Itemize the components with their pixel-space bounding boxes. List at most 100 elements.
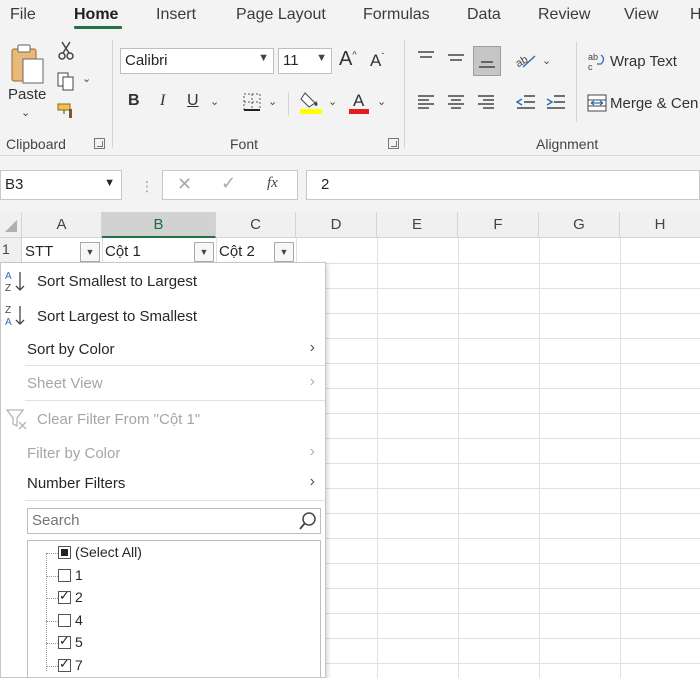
align-right-icon[interactable] <box>474 90 498 114</box>
wrap-text-button[interactable]: Wrap Text <box>610 53 677 70</box>
ribbon: Paste ⌄ ⌄ Clipboard Calibri ▼ 11 ▼ A^ Aˇ B… <box>0 32 700 156</box>
tab-formulas[interactable]: Formulas <box>363 6 430 24</box>
checkbox-2[interactable] <box>58 588 71 604</box>
enter-icon[interactable]: ✓ <box>221 173 236 194</box>
tab-home[interactable]: Home <box>74 6 118 24</box>
borders-icon[interactable] <box>240 90 264 114</box>
align-top-icon[interactable] <box>414 46 438 70</box>
tree-line <box>46 666 58 667</box>
tree-line <box>46 598 58 599</box>
clipboard-group-label: Clipboard <box>6 136 66 152</box>
grid-line <box>326 338 700 339</box>
menu-separator <box>25 400 325 401</box>
number-filters-item[interactable]: Number Filters <box>27 475 125 492</box>
italic-button[interactable]: I <box>160 92 165 110</box>
wrap-text-icon[interactable]: ab c <box>586 50 608 72</box>
list-item-1[interactable]: 1 <box>58 567 83 583</box>
merge-center-button[interactable]: Merge & Cen <box>610 95 698 112</box>
grid-line <box>326 438 700 439</box>
search-icon <box>298 511 318 535</box>
borders-dropdown-icon[interactable]: ⌄ <box>268 95 277 108</box>
list-item-2[interactable]: 2 <box>58 588 83 605</box>
filter-button-c[interactable]: ▼ <box>274 242 294 262</box>
tab-file[interactable]: File <box>10 6 36 24</box>
insert-function-icon[interactable]: fx <box>267 175 278 192</box>
tab-insert[interactable]: Insert <box>156 6 196 24</box>
font-launcher-icon[interactable] <box>388 138 399 149</box>
font-color-dropdown-icon[interactable]: ⌄ <box>377 95 386 108</box>
merge-center-icon[interactable] <box>586 92 608 114</box>
bold-button[interactable]: B <box>128 92 140 110</box>
decrease-font-icon[interactable]: Aˇ <box>370 51 384 71</box>
align-bottom-icon[interactable] <box>473 46 501 76</box>
checkbox-1[interactable] <box>58 568 71 582</box>
clear-filter-icon <box>5 407 29 431</box>
column-header-g[interactable]: G <box>539 212 620 238</box>
tab-view[interactable]: View <box>624 6 658 24</box>
paste-icon[interactable] <box>6 42 48 86</box>
align-left-icon[interactable] <box>414 90 438 114</box>
orientation-icon[interactable]: ab <box>512 46 540 72</box>
decrease-indent-icon[interactable] <box>514 90 538 114</box>
font-color-icon[interactable]: A <box>346 88 372 116</box>
paste-dropdown-icon[interactable]: ⌄ <box>21 106 30 119</box>
column-header-h[interactable]: H <box>620 212 700 238</box>
cancel-icon[interactable]: ✕ <box>177 174 192 195</box>
font-size-select[interactable]: 11 ▼ <box>278 48 332 74</box>
orientation-dropdown-icon[interactable]: ⌄ <box>542 54 551 67</box>
checkbox-5[interactable] <box>58 633 71 649</box>
submenu-arrow-icon: › <box>309 373 315 390</box>
list-item-select-all[interactable]: (Select All) <box>58 544 142 560</box>
list-item-5[interactable]: 5 <box>58 633 83 650</box>
column-header-e[interactable]: E <box>377 212 458 238</box>
align-center-icon[interactable] <box>444 90 468 114</box>
cut-icon[interactable] <box>54 40 78 62</box>
row-header-1[interactable]: 1 <box>0 238 22 263</box>
font-name-select[interactable]: Calibri ▼ <box>120 48 274 74</box>
name-box[interactable]: B3 ▼ <box>0 170 122 200</box>
clipboard-launcher-icon[interactable] <box>94 138 105 149</box>
alignment-group-label: Alignment <box>536 136 599 152</box>
list-item-4[interactable]: 4 <box>58 612 83 628</box>
formula-input[interactable]: 2 <box>306 170 700 200</box>
sort-descending-item[interactable]: Sort Largest to Smallest <box>37 308 197 325</box>
filter-button-a[interactable]: ▼ <box>80 242 100 262</box>
tab-page-layout[interactable]: Page Layout <box>236 6 326 24</box>
column-header-f[interactable]: F <box>458 212 539 238</box>
group-divider <box>112 40 113 148</box>
sort-by-color-item[interactable]: Sort by Color <box>27 341 115 358</box>
divider <box>576 42 577 122</box>
grid-line <box>326 488 700 489</box>
align-middle-icon[interactable] <box>444 46 468 70</box>
checkbox-7[interactable] <box>58 656 71 672</box>
tab-review[interactable]: Review <box>538 6 590 24</box>
sort-ascending-icon: AZ <box>5 269 27 294</box>
copy-dropdown-icon[interactable]: ⌄ <box>82 72 91 85</box>
select-all-corner[interactable] <box>0 212 22 238</box>
column-header-d[interactable]: D <box>296 212 377 238</box>
copy-icon[interactable] <box>54 70 78 92</box>
checkbox-4[interactable] <box>58 613 71 627</box>
underline-dropdown-icon[interactable]: ⌄ <box>210 95 219 108</box>
sort-ascending-item[interactable]: Sort Smallest to Largest <box>37 273 197 290</box>
paste-label[interactable]: Paste <box>8 86 46 103</box>
tree-line <box>46 553 58 554</box>
checkbox-select-all[interactable] <box>58 545 71 559</box>
column-header-b[interactable]: B <box>102 212 216 238</box>
column-header-c[interactable]: C <box>216 212 296 238</box>
fill-color-dropdown-icon[interactable]: ⌄ <box>328 95 337 108</box>
divider <box>288 92 289 116</box>
list-item-7[interactable]: 7 <box>58 656 83 673</box>
filter-search-input[interactable]: Search <box>27 508 321 534</box>
group-divider <box>404 40 405 148</box>
tab-data[interactable]: Data <box>467 6 501 24</box>
filter-button-b[interactable]: ▼ <box>194 242 214 262</box>
underline-button[interactable]: U <box>187 92 199 110</box>
increase-indent-icon[interactable] <box>544 90 568 114</box>
tab-help[interactable]: H <box>690 6 700 24</box>
format-painter-icon[interactable] <box>54 100 78 122</box>
autofilter-menu: AZ Sort Smallest to Largest ZA Sort Larg… <box>0 262 326 678</box>
column-header-a[interactable]: A <box>22 212 102 238</box>
fill-color-icon[interactable] <box>298 88 324 116</box>
increase-font-icon[interactable]: A^ <box>339 48 357 71</box>
